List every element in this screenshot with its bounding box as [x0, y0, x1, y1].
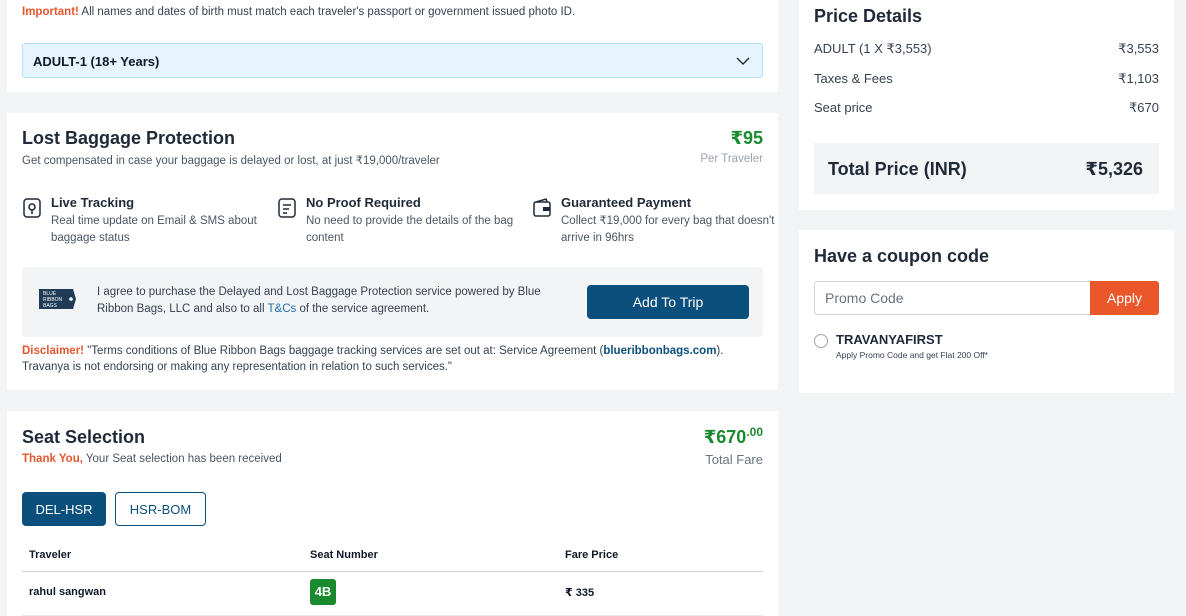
seat-number-badge: 4B	[310, 579, 336, 605]
price-row-label: Seat price	[814, 100, 873, 115]
total-price-value: ₹5,326	[1085, 159, 1143, 179]
col-traveler: Traveler	[29, 549, 72, 561]
baggage-protection-card: Lost Baggage Protection Get compensated …	[7, 113, 778, 390]
baggage-price-unit: Per Traveler	[700, 153, 763, 165]
coupon-title: Have a coupon code	[814, 246, 990, 266]
col-seat-number: Seat Number	[310, 549, 378, 561]
table-row: rahul sangwan 4B ₹ 335	[22, 572, 763, 616]
agreement-text-2: of the service agreement.	[299, 303, 430, 315]
location-pin-icon	[23, 198, 41, 218]
disclaimer-label: Disclaimer!	[22, 345, 85, 357]
coupon-radio[interactable]	[814, 334, 828, 348]
promo-code-input[interactable]	[814, 281, 1090, 315]
important-notice: Important! All names and dates of birth …	[22, 6, 575, 18]
seat-selection-card: Seat Selection Thank You, Your Seat sele…	[7, 411, 778, 616]
baggage-price: ₹95	[730, 128, 763, 148]
baggage-title: Lost Baggage Protection	[22, 128, 236, 148]
traveler-name: rahul sangwan	[29, 586, 107, 598]
blue-ribbon-bags-logo: BLUE RIBBON BAGS	[39, 289, 76, 309]
logo-text-3: BAGS	[43, 303, 58, 309]
price-row-seat: Seat price ₹670	[814, 100, 1159, 115]
price-row-label: ADULT (1 X ₹3,553)	[814, 41, 932, 56]
important-text: All names and dates of birth must match …	[81, 6, 576, 18]
adult-label: ADULT-1 (18+ Years)	[33, 54, 160, 69]
blueribbonbags-link[interactable]: blueribbonbags.com	[603, 345, 716, 357]
feature-desc: Collect ₹19,000 for every bag that doesn…	[561, 215, 775, 244]
price-row-value: ₹3,553	[1118, 41, 1159, 56]
seat-thanks: Thank You, Your Seat selection has been …	[22, 453, 282, 465]
seat-price-main: ₹670	[703, 427, 747, 447]
seat-table: Traveler Seat Number Fare Price rahul sa…	[22, 544, 763, 616]
feature-title: Live Tracking	[51, 195, 135, 210]
price-row-adult: ADULT (1 X ₹3,553) ₹3,553	[814, 41, 1159, 57]
tab-hsr-bom[interactable]: HSR-BOM	[115, 492, 206, 526]
price-details-title: Price Details	[814, 6, 923, 26]
wallet-icon	[533, 198, 551, 217]
chevron-down-icon	[736, 57, 750, 65]
adult-traveler-accordion[interactable]: ADULT-1 (18+ Years)	[22, 43, 763, 78]
traveler-card: Important! All names and dates of birth …	[7, 0, 778, 92]
feature-title: Guaranteed Payment	[561, 195, 692, 210]
price-details-card: Price Details ADULT (1 X ₹3,553) ₹3,553 …	[799, 0, 1174, 210]
document-icon	[278, 198, 296, 218]
total-price-box: Total Price (INR) ₹5,326	[814, 143, 1159, 194]
baggage-subtitle: Get compensated in case your baggage is …	[22, 155, 440, 167]
thanks-text: Your Seat selection has been received	[85, 453, 282, 465]
coupon-card: Have a coupon code Apply TRAVANYAFIRST A…	[799, 230, 1174, 393]
price-row-value: ₹670	[1129, 100, 1159, 115]
disclaimer: Disclaimer! "Terms conditions of Blue Ri…	[22, 343, 767, 375]
price-row-label: Taxes & Fees	[814, 71, 893, 86]
tcs-link[interactable]: T&Cs	[268, 303, 297, 315]
thanks-label: Thank You,	[22, 453, 83, 465]
coupon-code[interactable]: TRAVANYAFIRST	[836, 332, 943, 347]
apply-coupon-button[interactable]: Apply	[1090, 281, 1159, 315]
disclaimer-text-1: "Terms conditions of Blue Ribbon Bags ba…	[87, 345, 604, 357]
seat-price-decimal: .00	[746, 425, 763, 439]
price-row-taxes: Taxes & Fees ₹1,103	[814, 71, 1159, 86]
agreement-box: BLUE RIBBON BAGS I agree to purchase the…	[22, 267, 763, 337]
total-price-label: Total Price (INR)	[828, 159, 967, 179]
coupon-description: Apply Promo Code and get Flat 200 Off*	[836, 350, 988, 360]
feature-title: No Proof Required	[306, 195, 421, 210]
tab-del-hsr[interactable]: DEL-HSR	[22, 492, 106, 526]
feature-desc: Real time update on Email & SMS about ba…	[51, 215, 257, 244]
seat-total-price: ₹670.00	[704, 425, 763, 448]
table-header: Traveler Seat Number Fare Price	[22, 544, 763, 572]
total-fare-label: Total Fare	[705, 452, 763, 467]
important-label: Important!	[22, 6, 79, 18]
feature-desc: No need to provide the details of the ba…	[306, 215, 514, 244]
add-to-trip-button[interactable]: Add To Trip	[587, 285, 749, 319]
fare-price: ₹ 335	[565, 587, 595, 599]
col-fare-price: Fare Price	[565, 549, 619, 561]
agreement-text: I agree to purchase the Delayed and Lost…	[97, 284, 557, 318]
seat-title: Seat Selection	[22, 427, 146, 447]
price-row-value: ₹1,103	[1118, 71, 1159, 86]
